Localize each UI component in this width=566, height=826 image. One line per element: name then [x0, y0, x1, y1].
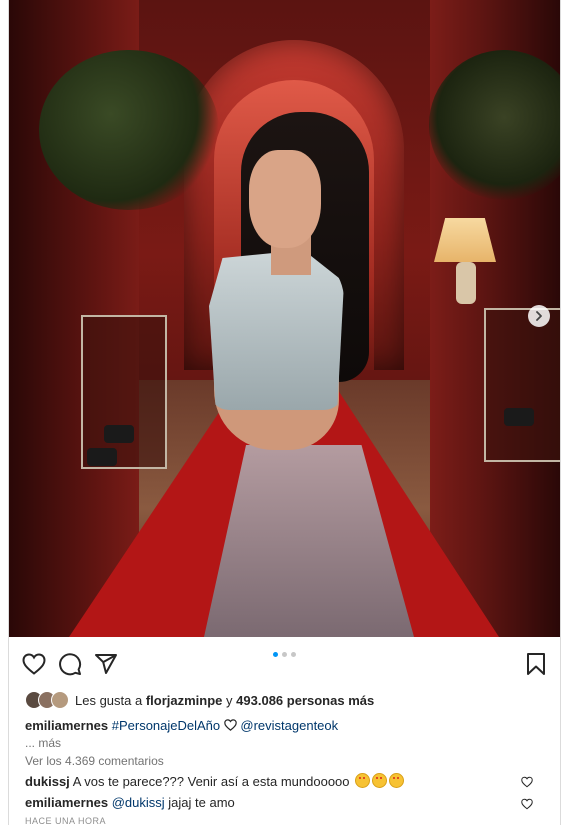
photo-plant-left: [39, 50, 219, 210]
post-caption: emiliamernes #PersonajeDelAño @revistage…: [25, 718, 338, 733]
likes-connector: y: [226, 692, 233, 708]
save-button[interactable]: [523, 651, 549, 677]
likes-summary[interactable]: Les gusta a florjazminpe y 493.086 perso…: [25, 688, 374, 712]
comment-author[interactable]: emiliamernes: [25, 795, 108, 810]
heart-outline-emoji-icon: [223, 719, 237, 731]
post-photo[interactable]: [9, 0, 560, 637]
caption-mention[interactable]: @revistagenteok: [240, 718, 338, 733]
post-card: Les gusta a florjazminpe y 493.086 perso…: [8, 0, 561, 826]
liker-avatars: [25, 691, 69, 709]
comment-like-heart-icon[interactable]: [521, 776, 533, 788]
liker-username[interactable]: florjazminpe: [146, 693, 223, 708]
photo-spotlight: [104, 425, 134, 443]
comment-text: A vos te parece??? Venir así a esta mund…: [72, 774, 350, 789]
photo-person-face: [249, 150, 321, 248]
comment-text: jajaj te amo: [168, 795, 235, 810]
carousel-dot: [291, 652, 296, 657]
caption-author[interactable]: emiliamernes: [25, 718, 108, 733]
comment-button[interactable]: [57, 651, 83, 677]
carousel-indicator: [273, 652, 296, 657]
likes-count[interactable]: 493.086 personas más: [236, 693, 374, 708]
share-icon: [95, 654, 117, 674]
comment-like-heart-icon[interactable]: [521, 798, 533, 810]
heart-eyes-emoji-icon: [389, 773, 405, 788]
comment-author[interactable]: dukissj: [25, 774, 70, 789]
view-all-comments-link[interactable]: Ver los 4.369 comentarios: [25, 754, 164, 768]
heart-icon: [22, 653, 46, 675]
heart-eyes-emoji-icon: [372, 773, 388, 788]
likes-prefix: Les gusta a: [75, 692, 143, 708]
avatar: [51, 691, 69, 709]
carousel-next-button[interactable]: [528, 305, 550, 327]
photo-lamp-base: [456, 262, 476, 304]
share-button[interactable]: [93, 651, 119, 677]
carousel-dot-active: [273, 652, 278, 657]
comment-icon: [59, 653, 82, 676]
like-button[interactable]: [21, 651, 47, 677]
photo-console-right: [484, 308, 560, 462]
heart-eyes-emoji-icon: [355, 773, 371, 788]
photo-spotlight: [504, 408, 534, 426]
photo-console-left: [81, 315, 167, 469]
action-bar: [9, 637, 560, 689]
bookmark-icon: [527, 653, 545, 675]
comment-mention[interactable]: @dukissj: [112, 795, 165, 810]
chevron-right-icon: [536, 311, 542, 321]
photo-spotlight: [87, 448, 117, 466]
carousel-dot: [282, 652, 287, 657]
comment-row: emiliamernes @dukissj jajaj te amo: [25, 795, 545, 810]
caption-hashtag[interactable]: #PersonajeDelAño: [112, 718, 220, 733]
caption-more-link[interactable]: ... más: [25, 736, 61, 750]
comment-row: dukissj A vos te parece??? Venir así a e…: [25, 773, 545, 789]
